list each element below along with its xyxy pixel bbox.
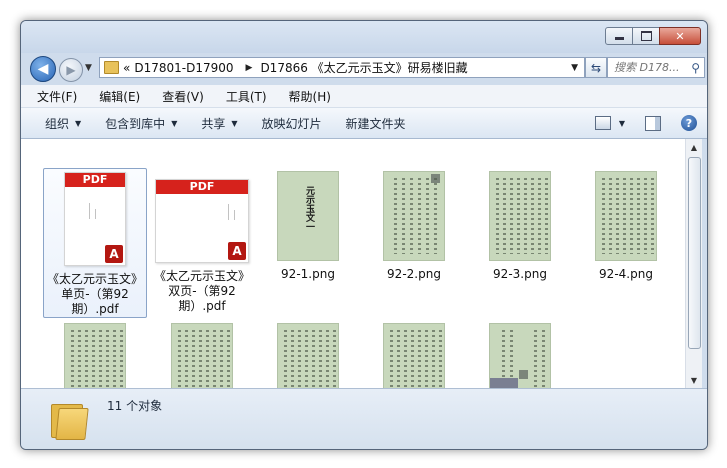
file-item[interactable]: PDF A 《太乙元示玉文》双页-（第92期）.pdf	[150, 168, 254, 314]
command-bar: 组织 ▼ 包含到库中 ▼ 共享 ▼ 放映幻灯片 新建文件夹 ▼ ?	[21, 108, 707, 139]
image-thumbnail	[595, 171, 657, 261]
image-thumbnail	[489, 323, 551, 388]
file-item[interactable]	[150, 323, 254, 388]
command-bar-right: ▼ ?	[594, 115, 697, 131]
close-button[interactable]: ✕	[659, 27, 701, 45]
maximize-icon	[640, 31, 652, 41]
title-bar: ✕	[21, 21, 707, 53]
slideshow-button[interactable]: 放映幻灯片	[262, 115, 322, 132]
change-view-icon[interactable]	[594, 116, 611, 130]
file-item[interactable]: 92-2.png	[362, 168, 466, 282]
organize-label: 组织	[45, 116, 70, 131]
details-pane: 11 个对象	[21, 388, 707, 449]
chevron-down-icon: ▼	[171, 118, 178, 128]
forward-button[interactable]: ▶	[59, 58, 83, 82]
refresh-button[interactable]: ⇆	[585, 57, 607, 78]
menu-edit[interactable]: 编辑(E)	[99, 88, 140, 105]
image-thumbnail	[383, 171, 445, 261]
breadcrumb-separator-icon[interactable]: ▶	[246, 63, 253, 73]
new-folder-label: 新建文件夹	[345, 116, 406, 131]
refresh-icon: ⇆	[590, 60, 602, 75]
file-item[interactable]: PDF A 《太乙元示玉文》单页-（第92期）.pdf	[43, 168, 147, 318]
file-item[interactable]	[468, 323, 572, 388]
menu-help[interactable]: 帮助(H)	[289, 88, 331, 105]
image-thumbnail	[383, 323, 445, 388]
recent-pages-dropdown[interactable]: ▼	[85, 63, 92, 73]
file-list: PDF A 《太乙元示玉文》单页-（第92期）.pdf PDF A 《太乙元示玉…	[21, 139, 685, 388]
file-item[interactable]: 92-4.png	[574, 168, 678, 282]
menu-file[interactable]: 文件(F)	[37, 88, 77, 105]
acrobat-icon: A	[228, 242, 246, 260]
pdf-file-icon: PDF A	[155, 179, 249, 263]
pdf-badge-label: PDF	[156, 180, 248, 194]
breadcrumb-item[interactable]: D17801-D17900	[134, 61, 233, 75]
folder-icon	[51, 400, 89, 440]
address-bar[interactable]: « D17801-D17900 ▶ D17866 《太乙元示玉文》研易楼旧藏 ▼	[99, 57, 585, 78]
image-thumbnail: 元示玉文一	[277, 171, 339, 261]
slideshow-label: 放映幻灯片	[261, 116, 322, 131]
minimize-icon	[614, 37, 624, 40]
search-input[interactable]	[614, 61, 680, 74]
minimize-button[interactable]	[605, 27, 633, 45]
address-dropdown-icon[interactable]: ▼	[571, 63, 578, 73]
chevron-down-icon: ▼	[75, 118, 82, 128]
file-name: 《太乙元示玉文》双页-（第92期）.pdf	[153, 269, 250, 313]
help-icon[interactable]: ?	[681, 115, 697, 131]
vertical-scrollbar[interactable]: ▲ ▼	[685, 139, 702, 388]
cover-title: 元示玉文一	[304, 186, 314, 231]
new-folder-button[interactable]: 新建文件夹	[346, 115, 406, 132]
share-button[interactable]: 共享 ▼	[201, 115, 237, 132]
image-thumbnail	[489, 171, 551, 261]
explorer-window: ✕ ◀ ▶ ▼ « D17801-D17900 ▶ D17866 《太乙元示玉文…	[20, 20, 708, 450]
acrobat-icon: A	[105, 245, 123, 263]
include-library-button[interactable]: 包含到库中 ▼	[105, 115, 177, 132]
menu-view[interactable]: 查看(V)	[162, 88, 204, 105]
forward-arrow-icon: ▶	[66, 63, 76, 77]
search-box[interactable]: ⚲	[607, 57, 705, 78]
pdf-file-icon: PDF A	[64, 172, 126, 266]
scroll-up-icon[interactable]: ▲	[686, 139, 702, 155]
back-button[interactable]: ◀	[30, 56, 56, 82]
chevron-down-icon: ▼	[231, 118, 238, 128]
file-name: 《太乙元示玉文》单页-（第92期）.pdf	[46, 272, 143, 316]
scroll-down-icon[interactable]: ▼	[686, 372, 702, 388]
pdf-badge-label: PDF	[65, 173, 125, 187]
image-thumbnail	[64, 323, 126, 388]
include-library-label: 包含到库中	[105, 116, 166, 131]
back-arrow-icon: ◀	[37, 61, 49, 77]
image-thumbnail	[277, 323, 339, 388]
organize-button[interactable]: 组织 ▼	[45, 115, 81, 132]
file-name: 92-3.png	[493, 267, 547, 281]
window-controls: ✕	[605, 27, 701, 45]
menu-tools[interactable]: 工具(T)	[226, 88, 267, 105]
file-name: 92-2.png	[387, 267, 441, 281]
file-item[interactable]	[256, 323, 360, 388]
file-item[interactable]	[43, 323, 147, 388]
file-name: 92-4.png	[599, 267, 653, 281]
file-item[interactable]	[362, 323, 466, 388]
breadcrumb-overflow[interactable]: «	[123, 61, 130, 75]
search-icon[interactable]: ⚲	[691, 61, 700, 75]
maximize-button[interactable]	[632, 27, 660, 45]
folder-icon	[104, 61, 119, 74]
share-label: 共享	[201, 116, 226, 131]
file-item[interactable]: 元示玉文一 92-1.png	[256, 168, 360, 282]
breadcrumb-item[interactable]: D17866 《太乙元示玉文》研易楼旧藏	[260, 59, 467, 76]
menu-bar: 文件(F) 编辑(E) 查看(V) 工具(T) 帮助(H)	[21, 85, 707, 108]
close-icon: ✕	[675, 29, 685, 43]
file-item[interactable]: 92-3.png	[468, 168, 572, 282]
file-name: 92-1.png	[281, 267, 335, 281]
view-options-dropdown-icon[interactable]: ▼	[619, 119, 625, 128]
preview-pane-icon[interactable]	[645, 115, 661, 131]
image-thumbnail	[171, 323, 233, 388]
navigation-bar: ◀ ▶ ▼ « D17801-D17900 ▶ D17866 《太乙元示玉文》研…	[21, 51, 707, 85]
scroll-thumb[interactable]	[688, 157, 701, 349]
item-count: 11 个对象	[107, 399, 163, 413]
